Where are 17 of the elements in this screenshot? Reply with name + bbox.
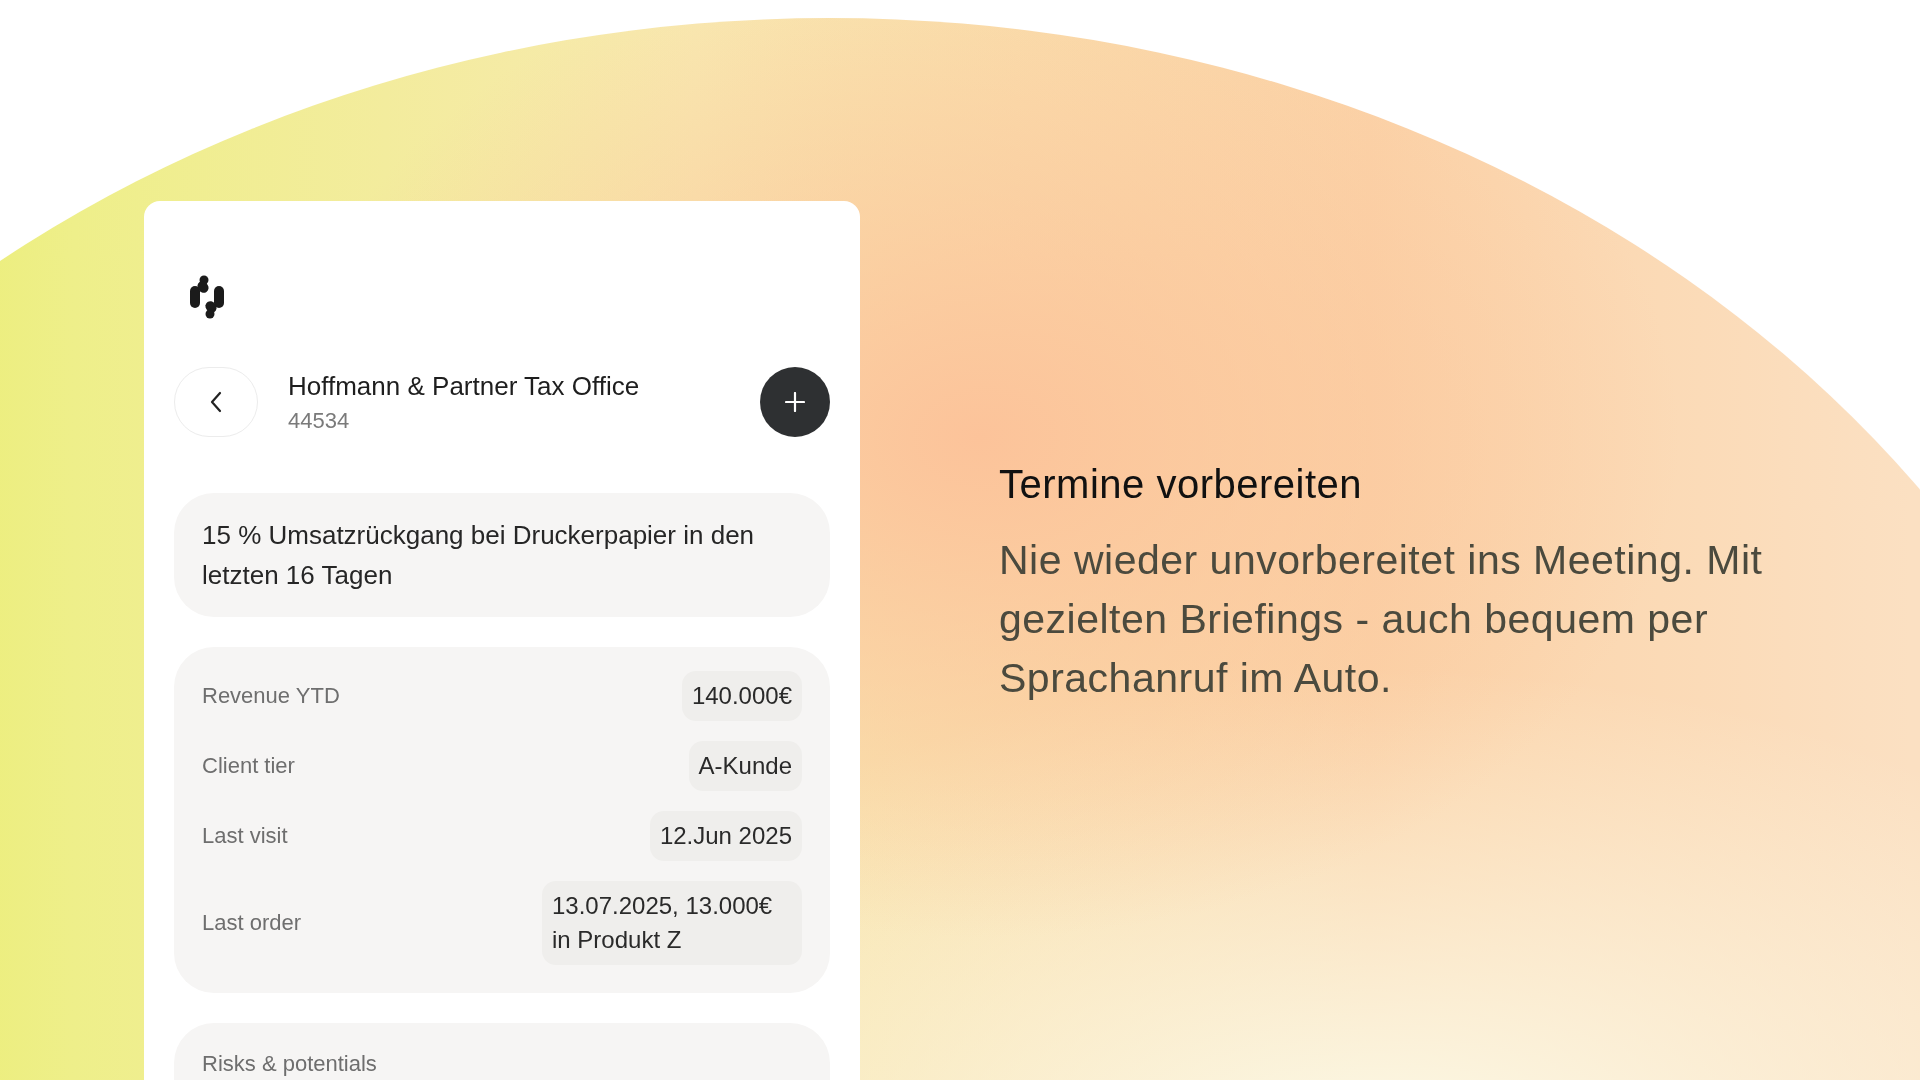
detail-value: 12.Jun 2025 — [649, 811, 802, 861]
feature-text: Nie wieder unvorbereitet ins Meeting. Mit gezielten Briefings - auch bequem per Sprachanruf im Auto. — [999, 536, 1764, 703]
detail-label: Last visit — [202, 823, 288, 849]
insight-text: 15 % Umsatzrückgang bei Druckerpapier in den letzten 16 Tagen — [202, 520, 755, 590]
detail-label: Revenue YTD — [202, 683, 340, 709]
detail-label: Client tier — [202, 753, 295, 779]
detail-value: 13.07.2025, 13.000€ in Produkt Z — [542, 881, 802, 965]
plus-icon — [785, 392, 805, 412]
client-number: 44534 — [288, 407, 351, 434]
section-title: Risks & potentials — [202, 1051, 377, 1076]
feature-heading: Termine vorbereiten — [999, 462, 1363, 507]
chevron-left-icon — [209, 391, 223, 413]
client-name: Hoffmann & Partner Tax Office — [288, 370, 641, 402]
logo-icon — [190, 275, 224, 319]
detail-label: Last order — [202, 910, 302, 936]
detail-value: A-Kunde — [688, 741, 802, 791]
detail-value: 140.000€ — [681, 671, 802, 721]
